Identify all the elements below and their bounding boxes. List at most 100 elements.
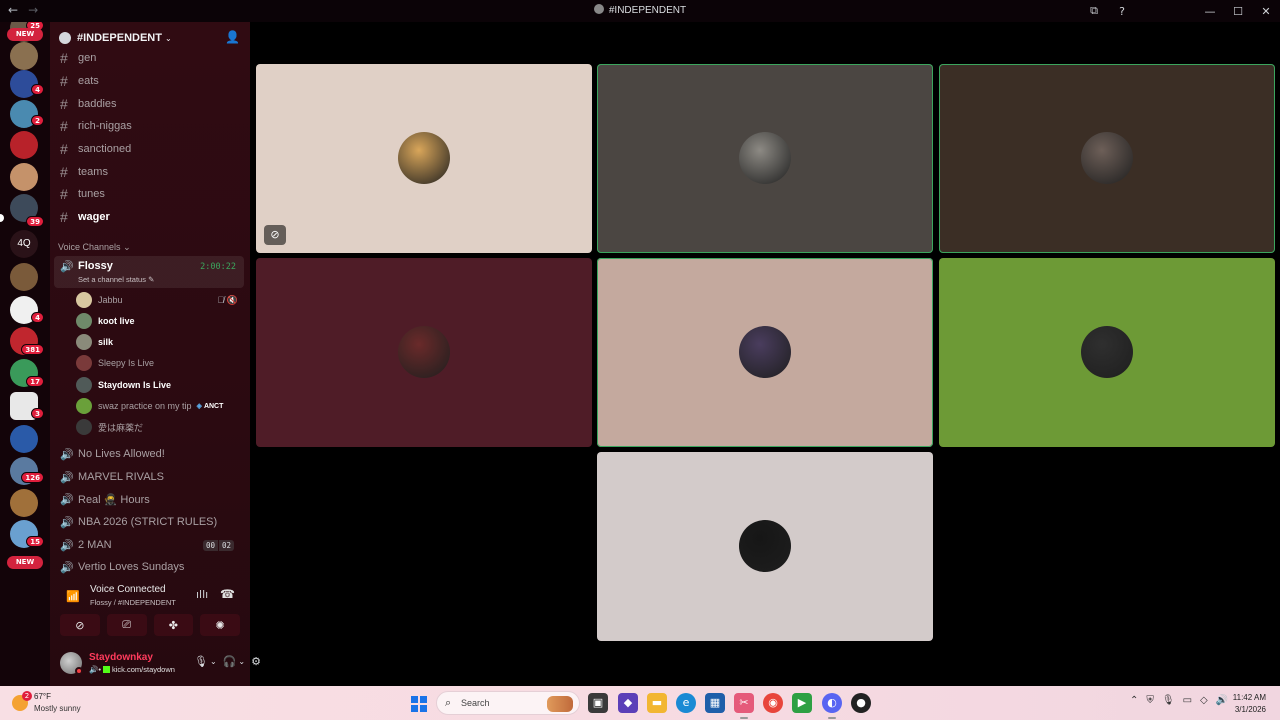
- share-screen-button[interactable]: ⎚: [106, 614, 147, 636]
- clock[interactable]: 11:42 AM 3/1/2026: [1233, 692, 1266, 716]
- voice-connected-subtitle[interactable]: Flossy / #INDEPENDENT: [90, 598, 176, 607]
- headphones-icon[interactable]: 🎧: [223, 655, 237, 668]
- channel-label: Vertio Loves Sundays: [78, 561, 185, 573]
- chevron-down-icon[interactable]: ⌄: [238, 655, 245, 668]
- voice-channel[interactable]: 🔊 Vertio Loves Sundays: [54, 557, 242, 577]
- voice-channel[interactable]: 🔊 NBA 2026 (STRICT RULES): [54, 512, 242, 532]
- invite-people-icon[interactable]: 👤: [225, 30, 240, 44]
- taskbar-search[interactable]: ⌕ Search: [436, 691, 580, 715]
- activities-button[interactable]: ✤: [153, 614, 194, 636]
- chevron-up-icon[interactable]: ⌃: [1130, 695, 1138, 706]
- channel-status[interactable]: Set a channel status ✎: [78, 275, 154, 284]
- server-icon[interactable]: [10, 489, 38, 517]
- search-icon: ⌕: [445, 696, 452, 709]
- camera-off-button[interactable]: ⊘: [60, 614, 100, 636]
- channel-tunes[interactable]: # tunes: [54, 184, 242, 204]
- soundboard-button[interactable]: ✺: [200, 614, 240, 636]
- task-view-icon[interactable]: ▣: [588, 693, 608, 713]
- noise-suppression-icon[interactable]: ıllı: [196, 588, 208, 601]
- help-icon[interactable]: ?: [1108, 5, 1136, 18]
- voice-channel[interactable]: 🔊 No Lives Allowed!: [54, 444, 242, 464]
- channel-label: tunes: [78, 188, 105, 200]
- video-tile[interactable]: [597, 64, 933, 253]
- security-icon[interactable]: ⛨: [1146, 695, 1154, 706]
- server-badge: 381: [21, 344, 44, 355]
- video-tile[interactable]: [597, 452, 933, 641]
- channel-baddies[interactable]: # baddies: [54, 94, 242, 114]
- channel-rich-niggas[interactable]: # rich-niggas: [54, 116, 242, 136]
- edge-icon[interactable]: e: [676, 693, 696, 713]
- server-icon[interactable]: [10, 425, 38, 453]
- disconnect-icon[interactable]: ☎: [220, 587, 235, 601]
- voice-member[interactable]: koot live: [76, 311, 244, 331]
- screen-share-icon[interactable]: ⧉: [1080, 4, 1108, 18]
- microphone-icon[interactable]: 🎙: [194, 655, 208, 668]
- chevron-down-icon[interactable]: ⌄: [210, 655, 217, 668]
- server-4q[interactable]: 4Q: [10, 230, 38, 258]
- server-icon[interactable]: [10, 42, 38, 70]
- microphone-icon[interactable]: 🎙: [1162, 695, 1175, 706]
- speaker-icon: 🔊: [89, 665, 99, 674]
- media-app-icon[interactable]: ▶: [792, 693, 812, 713]
- chrome-icon[interactable]: ◉: [763, 693, 783, 713]
- voice-channel[interactable]: 🔊 2 MAN 00 02: [54, 535, 242, 555]
- hash-icon: #: [60, 141, 68, 157]
- voice-member[interactable]: swaz practice on my tip ◈ ANCT: [76, 396, 244, 416]
- minimize-icon[interactable]: —: [1196, 5, 1224, 18]
- server-icon[interactable]: [10, 263, 38, 291]
- hash-icon: #: [60, 209, 68, 225]
- new-pill[interactable]: NEW: [7, 556, 43, 569]
- forward-arrow-icon[interactable]: →: [28, 3, 38, 17]
- channel-gen[interactable]: # gen: [54, 48, 242, 68]
- voice-member[interactable]: Sleepy Is Live: [76, 353, 244, 373]
- voice-member[interactable]: Jabbu 🎙̸ 🔇: [76, 290, 244, 310]
- member-name: 愛は麻薬だ: [98, 422, 144, 433]
- maximize-icon[interactable]: ☐: [1224, 5, 1252, 18]
- voice-member[interactable]: 愛は麻薬だ: [76, 417, 244, 437]
- channel-teams[interactable]: # teams: [54, 162, 242, 182]
- username[interactable]: Staydownkay: [89, 652, 153, 663]
- camera-off-icon: ⊘: [75, 618, 85, 632]
- signal-icon[interactable]: 📶: [66, 590, 80, 603]
- voice-channel-flossy[interactable]: 🔊 Flossy 2:00:22 Set a channel status ✎: [54, 256, 244, 288]
- server-icon[interactable]: [10, 131, 38, 159]
- obs-icon[interactable]: ●: [851, 693, 871, 713]
- server-name: #INDEPENDENT: [77, 32, 162, 44]
- video-tile[interactable]: [939, 258, 1275, 447]
- video-tile[interactable]: [256, 258, 592, 447]
- video-tile[interactable]: ⊘: [256, 64, 592, 253]
- store-icon[interactable]: ▦: [705, 693, 725, 713]
- file-explorer-icon[interactable]: ▬: [647, 693, 667, 713]
- snipping-tool-icon[interactable]: ✂: [734, 693, 754, 719]
- network-icon[interactable]: ◇: [1200, 695, 1208, 706]
- volume-icon[interactable]: 🔊: [1216, 695, 1228, 706]
- close-icon[interactable]: ✕: [1252, 5, 1280, 18]
- display-icon[interactable]: ▭: [1183, 695, 1192, 706]
- server-icon[interactable]: [10, 163, 38, 191]
- channel-label: wager: [78, 211, 110, 223]
- video-tile[interactable]: [939, 64, 1275, 253]
- copilot-icon[interactable]: ◆: [618, 693, 638, 713]
- voice-member[interactable]: silk: [76, 332, 244, 352]
- channel-eats[interactable]: # eats: [54, 71, 242, 91]
- server-badge: 3: [31, 408, 44, 419]
- category-voice-channels[interactable]: Voice Channels ⌄: [58, 242, 131, 253]
- avatar: [739, 132, 791, 184]
- voice-channel[interactable]: 🔊 Real 🥷 Hours: [54, 489, 242, 509]
- server-badge: 17: [26, 376, 44, 387]
- channel-wager[interactable]: # wager: [54, 207, 242, 227]
- voice-member[interactable]: Staydown Is Live: [76, 375, 244, 395]
- new-pill[interactable]: NEW: [7, 28, 43, 41]
- avatar[interactable]: [60, 652, 83, 675]
- gear-icon[interactable]: ⚙: [251, 655, 261, 668]
- start-button[interactable]: [411, 696, 427, 712]
- channel-label: baddies: [78, 98, 117, 110]
- channel-sanctioned[interactable]: # sanctioned: [54, 139, 242, 159]
- server-icon: [593, 4, 604, 14]
- video-tile[interactable]: [597, 258, 933, 447]
- voice-connected-title[interactable]: Voice Connected: [90, 584, 166, 595]
- back-arrow-icon[interactable]: ←: [8, 3, 18, 17]
- voice-channel[interactable]: 🔊 MARVEL RIVALS: [54, 467, 242, 487]
- server-badge: 4: [31, 312, 44, 323]
- discord-icon[interactable]: ◐: [822, 693, 842, 719]
